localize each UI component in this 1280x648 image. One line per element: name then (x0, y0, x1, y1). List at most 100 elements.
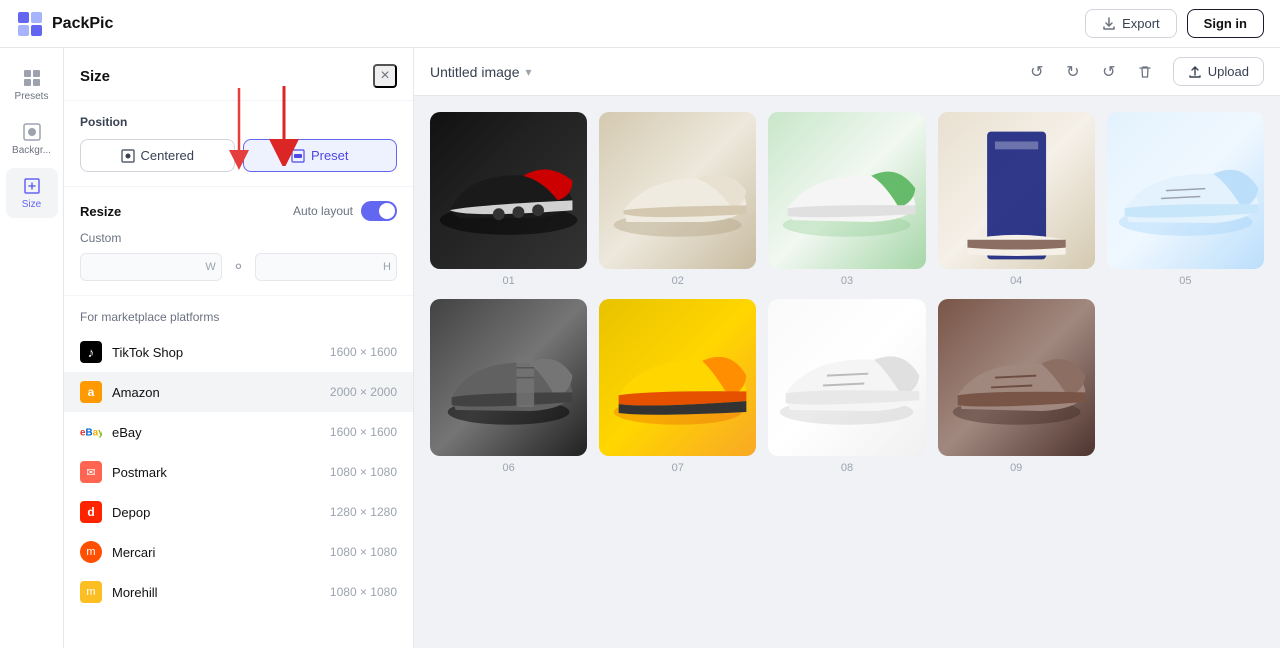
redo-button[interactable]: ↻ (1057, 56, 1089, 88)
icon-sidebar: Presets Backgr... Size (0, 48, 64, 648)
marketplace-item-tiktok[interactable]: ♪ TikTok Shop 1600 × 1600 (64, 332, 413, 372)
tiktok-size: 1600 × 1600 (330, 345, 397, 359)
shoe-svg-01 (430, 112, 587, 269)
preset-icon (291, 149, 305, 163)
marketplace-item-mercari[interactable]: m Mercari 1080 × 1080 (64, 532, 413, 572)
width-input[interactable] (80, 253, 222, 281)
more-name: Morehill (112, 585, 330, 600)
custom-label: Custom (80, 231, 397, 245)
mercari-name: Mercari (112, 545, 330, 560)
image-box-09[interactable] (938, 299, 1095, 456)
height-field: H (255, 253, 397, 281)
image-label-05: 05 (1179, 275, 1191, 287)
marketplace-item-amazon[interactable]: a Amazon 2000 × 2000 (64, 372, 413, 412)
amazon-name: Amazon (112, 385, 330, 400)
delete-button[interactable] (1129, 56, 1161, 88)
size-label: Size (22, 199, 41, 210)
image-card-09: 09 (938, 299, 1095, 474)
height-input[interactable] (255, 253, 397, 281)
shoe-svg-04 (938, 112, 1095, 269)
trash-icon (1137, 64, 1153, 80)
image-card-05: 05 (1107, 112, 1264, 287)
depop-name: Depop (112, 505, 330, 520)
amazon-icon: a (80, 381, 102, 403)
shoe-svg-07 (599, 299, 756, 456)
image-label-06: 06 (502, 462, 514, 474)
size-panel: Size × Position Centered (64, 48, 414, 648)
sidebar-item-size[interactable]: Size (6, 168, 58, 218)
app-logo: PackPic (16, 10, 113, 38)
image-box-08[interactable] (768, 299, 925, 456)
image-card-08: 08 (768, 299, 925, 474)
image-box-04[interactable] (938, 112, 1095, 269)
marketplace-item-postmark[interactable]: ✉ Postmark 1080 × 1080 (64, 452, 413, 492)
panel-title: Size (80, 68, 110, 85)
tiktok-name: TikTok Shop (112, 345, 330, 360)
image-label-03: 03 (841, 275, 853, 287)
image-box-07[interactable] (599, 299, 756, 456)
shoe-img-07 (599, 299, 756, 456)
image-grid: 01 02 (414, 96, 1280, 648)
postmark-size: 1080 × 1080 (330, 465, 397, 479)
export-button[interactable]: Export (1085, 9, 1177, 38)
image-box-01[interactable] (430, 112, 587, 269)
postmark-icon: ✉ (80, 461, 102, 483)
width-field: W (80, 253, 222, 281)
auto-layout-toggle[interactable] (361, 201, 397, 221)
image-label-04: 04 (1010, 275, 1022, 287)
more-icon: m (80, 581, 102, 603)
image-box-06[interactable] (430, 299, 587, 456)
shoe-img-03 (768, 112, 925, 269)
image-card-07: 07 (599, 299, 756, 474)
preset-button[interactable]: Preset (243, 139, 398, 172)
chevron-down-icon: ▾ (526, 65, 532, 79)
shoe-img-05 (1107, 112, 1264, 269)
auto-layout-row: Auto layout (293, 201, 397, 221)
link-icon: ⚬ (230, 253, 247, 281)
presets-label: Presets (15, 91, 49, 102)
depop-icon: d (80, 501, 102, 523)
content-area: Untitled image ▾ ↺ ↻ ↺ Upload (414, 48, 1280, 648)
postmark-name: Postmark (112, 465, 330, 480)
upload-button[interactable]: Upload (1173, 57, 1264, 86)
resize-row: Resize Auto layout (80, 201, 397, 221)
shoe-img-02 (599, 112, 756, 269)
marketplace-item-ebay[interactable]: eBay eBay 1600 × 1600 (64, 412, 413, 452)
image-label-02: 02 (672, 275, 684, 287)
shoe-img-04 (938, 112, 1095, 269)
signin-button[interactable]: Sign in (1187, 9, 1264, 38)
image-box-03[interactable] (768, 112, 925, 269)
close-button[interactable]: × (373, 64, 397, 88)
main-layout: Presets Backgr... Size (0, 48, 1280, 648)
image-title: Untitled image (430, 64, 520, 80)
marketplace-item-more[interactable]: m Morehill 1080 × 1080 (64, 572, 413, 612)
sidebar-item-background[interactable]: Backgr... (6, 114, 58, 164)
shoe-img-01 (430, 112, 587, 269)
image-title-row: Untitled image ▾ (430, 64, 532, 80)
header-actions: Export Sign in (1085, 9, 1264, 38)
undo-button[interactable]: ↺ (1021, 56, 1053, 88)
image-label-08: 08 (841, 462, 853, 474)
presets-icon (22, 68, 42, 88)
content-header: Untitled image ▾ ↺ ↻ ↺ Upload (414, 48, 1280, 96)
image-box-02[interactable] (599, 112, 756, 269)
refresh-button[interactable]: ↺ (1093, 56, 1125, 88)
export-icon (1102, 17, 1116, 31)
more-size: 1080 × 1080 (330, 585, 397, 599)
image-card-04: 04 (938, 112, 1095, 287)
image-card-02: 02 (599, 112, 756, 287)
centered-button[interactable]: Centered (80, 139, 235, 172)
shoe-svg-09 (938, 299, 1095, 456)
shoe-svg-08 (768, 299, 925, 456)
shoe-svg-03 (768, 112, 925, 269)
depop-size: 1280 × 1280 (330, 505, 397, 519)
sidebar-item-presets[interactable]: Presets (6, 60, 58, 110)
shoe-svg-05 (1107, 112, 1264, 269)
image-box-05[interactable] (1107, 112, 1264, 269)
arrow-annotation (219, 88, 259, 183)
arrow-svg (219, 88, 259, 178)
shoe-svg-06 (430, 299, 587, 456)
marketplace-item-depop[interactable]: d Depop 1280 × 1280 (64, 492, 413, 532)
content-actions: ↺ ↻ ↺ Upload (1021, 56, 1264, 88)
amazon-size: 2000 × 2000 (330, 385, 397, 399)
